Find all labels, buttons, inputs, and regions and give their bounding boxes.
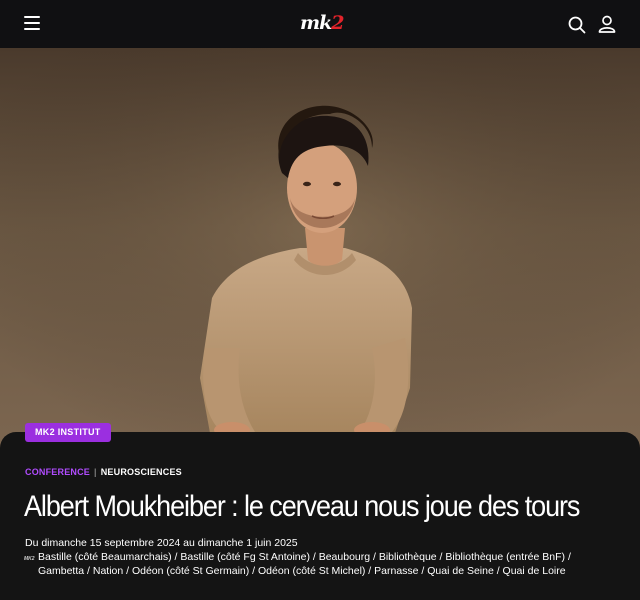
mk2-logo[interactable]: mk2	[300, 10, 345, 36]
search-icon[interactable]	[568, 16, 586, 34]
tag-separator: |	[94, 467, 97, 477]
top-bar: mk2	[0, 0, 640, 48]
event-dates: Du dimanche 15 septembre 2024 au dimanch…	[25, 537, 298, 549]
mk2-mini-logo-icon: MK2	[24, 556, 35, 562]
hamburger-icon[interactable]	[24, 16, 42, 30]
tag-neurosciences[interactable]: NEUROSCIENCES	[101, 467, 182, 477]
event-title: Albert Moukheiber : le cerveau nous joue…	[24, 490, 580, 523]
hero-image	[0, 48, 640, 448]
event-tags: CONFERENCE | NEUROSCIENCES	[25, 467, 182, 477]
location-list: Bastille (côté Beaumarchais) / Bastille …	[38, 551, 571, 577]
user-icon[interactable]	[598, 15, 616, 33]
logo-text: mk	[300, 12, 332, 34]
category-badge[interactable]: MK2 INSTITUT	[25, 423, 111, 442]
event-locations: MK2 Bastille (côté Beaumarchais) / Basti…	[24, 551, 604, 578]
speaker-portrait	[0, 48, 640, 448]
logo-number: 2	[331, 12, 344, 34]
tag-conference[interactable]: CONFERENCE	[25, 467, 90, 477]
